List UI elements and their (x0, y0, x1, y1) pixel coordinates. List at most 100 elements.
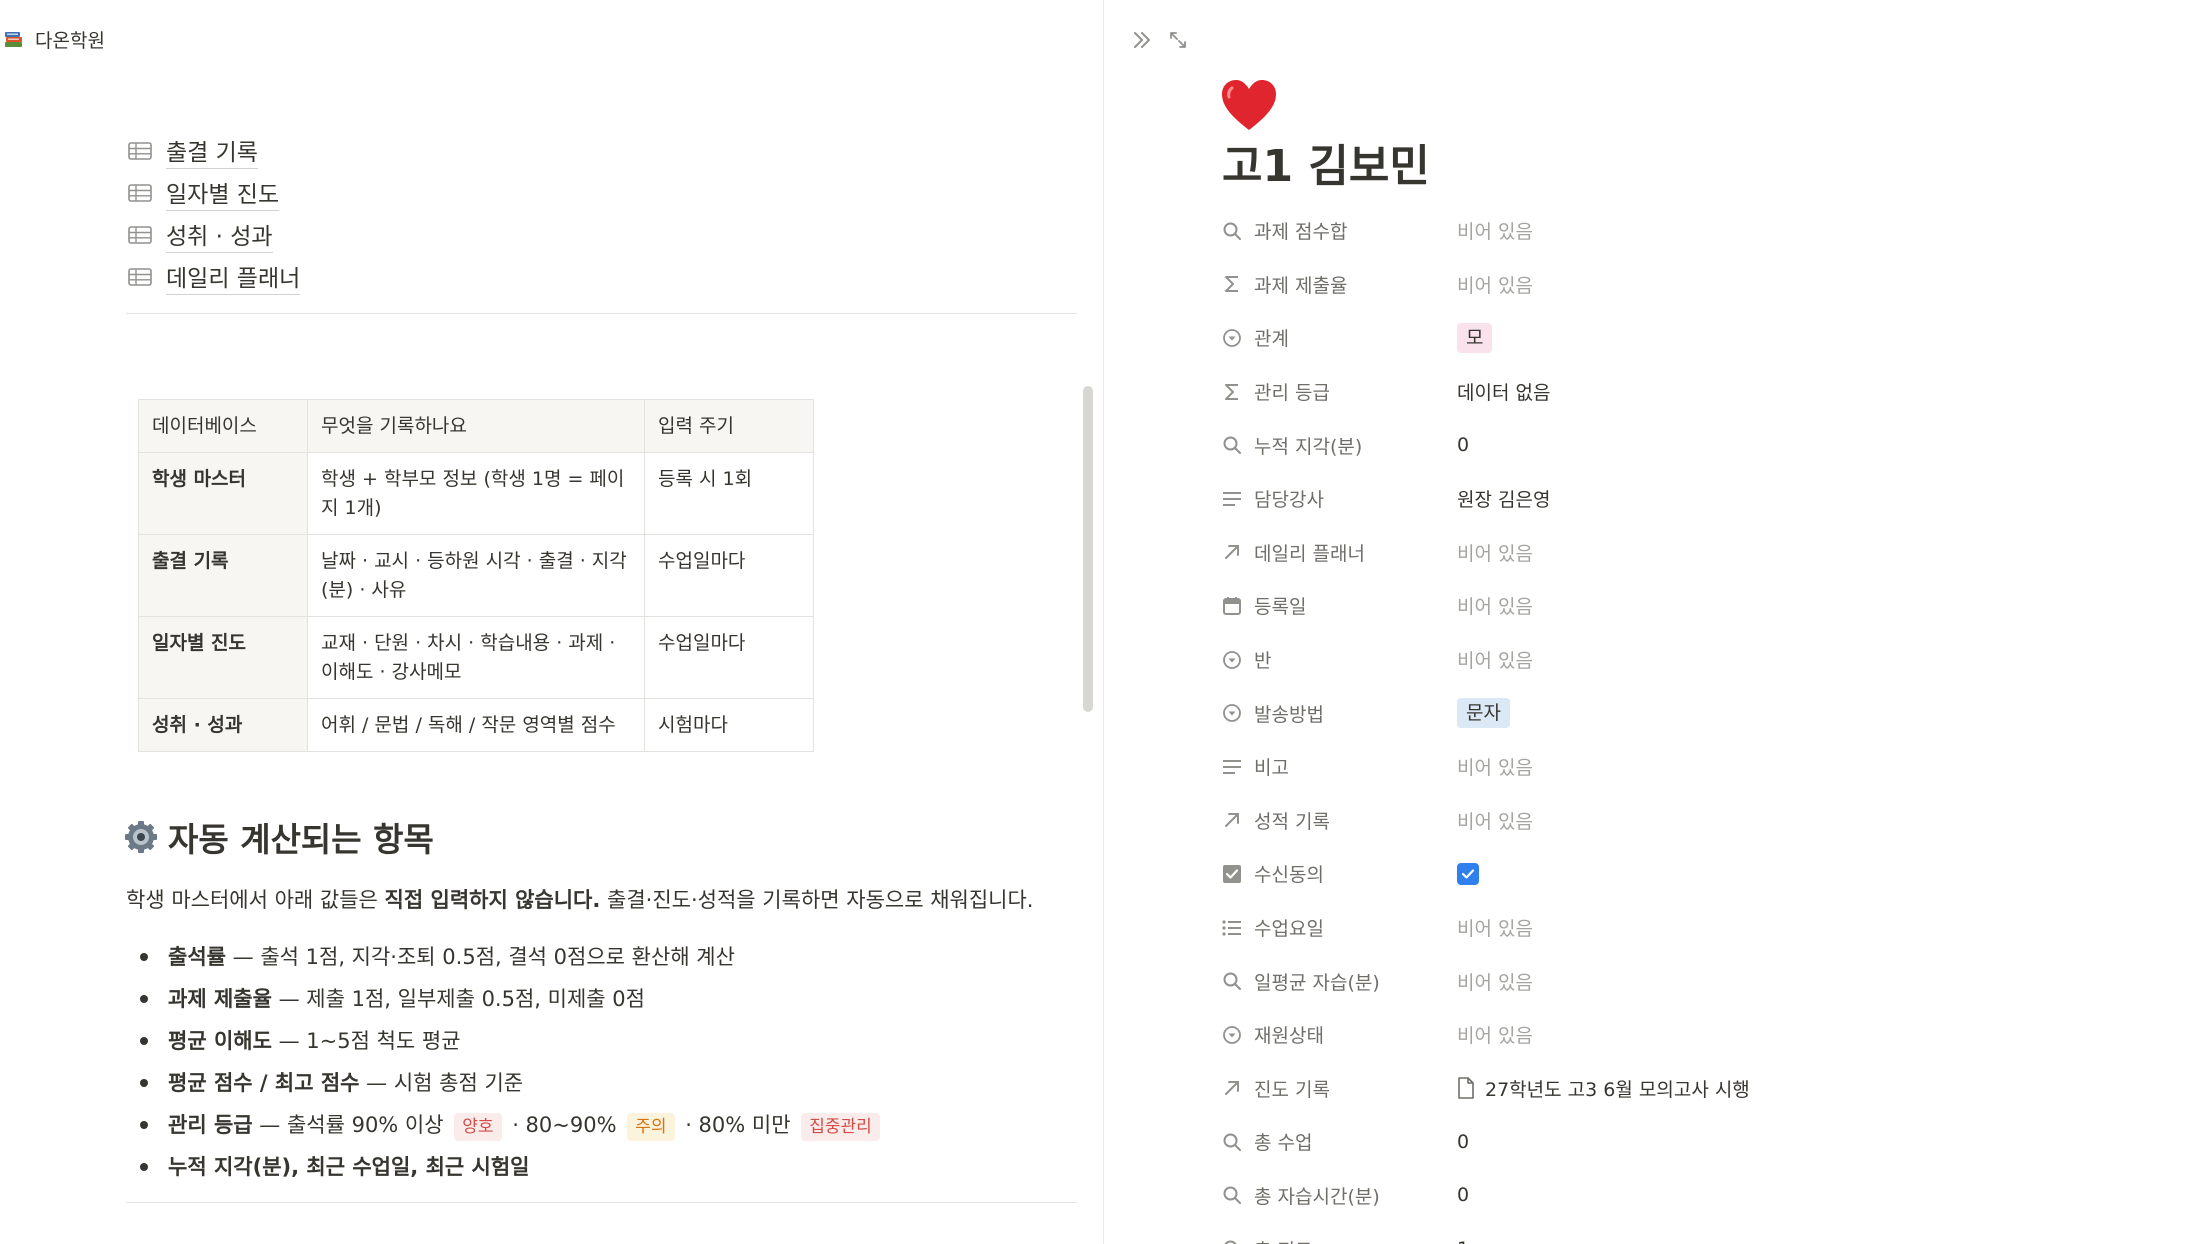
property-name: 과제 점수합 (1254, 221, 1348, 244)
property-row[interactable]: 총 자습시간(분) 0 (1220, 1169, 1750, 1223)
table-cell[interactable]: 학생 마스터 (138, 452, 308, 535)
check-icon (1461, 869, 1475, 879)
table-header-cell[interactable]: 무엇을 기록하나요 (307, 399, 645, 453)
sigma-icon (1220, 380, 1244, 404)
property-name: 관계 (1254, 328, 1289, 351)
property-name: 과제 제출율 (1254, 274, 1348, 297)
property-value[interactable] (1457, 862, 1479, 885)
property-row[interactable]: 수업요일 비어 있음 (1220, 901, 1750, 955)
list-item-bold: 평균 점수 / 최고 점수 (168, 1071, 360, 1095)
property-value[interactable]: 비어 있음 (1457, 807, 1533, 834)
property-row[interactable]: 담당강사 원장 김은영 (1220, 472, 1750, 526)
property-value[interactable]: 1 (1457, 1238, 1469, 1244)
property-row[interactable]: 성적 기록 비어 있음 (1220, 794, 1750, 848)
table-cell[interactable]: 일자별 진도 (138, 616, 308, 699)
send-method-tag[interactable]: 문자 (1457, 698, 1510, 729)
table-cell[interactable]: 수업일마다 (644, 534, 814, 617)
property-row[interactable]: 등록일 비어 있음 (1220, 579, 1750, 633)
db-link-daily-planner[interactable]: 데일리 플래너 (128, 256, 301, 298)
property-row[interactable]: 관리 등급 데이터 없음 (1220, 365, 1750, 419)
search-icon (1220, 969, 1244, 993)
table-header-cell[interactable]: 데이터베이스 (138, 399, 308, 453)
property-name: 비고 (1254, 757, 1289, 780)
property-value[interactable]: 비어 있음 (1457, 968, 1533, 995)
property-value[interactable]: 0 (1457, 1184, 1469, 1206)
property-value[interactable]: 문자 (1457, 698, 1510, 729)
property-row[interactable]: 재원상태 비어 있음 (1220, 1008, 1750, 1062)
property-row[interactable]: 총 수업 0 (1220, 1115, 1750, 1169)
table-cell[interactable]: 어휘 / 문법 / 독해 / 작문 영역별 점수 (307, 698, 645, 752)
workspace-breadcrumb[interactable]: 다온학원 (3, 22, 105, 56)
table-header-cell[interactable]: 입력 주기 (644, 399, 814, 453)
relation-link[interactable]: 27학년도 고3 6월 모의고사 시행 (1485, 1075, 1750, 1102)
collapse-panel-button[interactable] (1128, 26, 1156, 54)
property-row[interactable]: 반 비어 있음 (1220, 633, 1750, 687)
expand-button[interactable] (1164, 26, 1192, 54)
database-info-table: 데이터베이스 무엇을 기록하나요 입력 주기 학생 마스터 학생 + 학부모 정… (138, 399, 814, 752)
table-cell[interactable]: 수업일마다 (644, 616, 814, 699)
table-cell[interactable]: 교재 · 단원 · 차시 · 학습내용 · 과제 · 이해도 · 강사메모 (307, 616, 645, 699)
property-row[interactable]: 진도 기록 27학년도 고3 6월 모의고사 시행 (1220, 1062, 1750, 1116)
table-row: 출결 기록 날짜 · 교시 · 등하원 시각 · 출결 · 지각(분) · 사유… (138, 534, 814, 617)
consent-checkbox[interactable] (1457, 862, 1479, 885)
text-icon (1220, 487, 1244, 511)
property-row[interactable]: 누적 지각(분) 0 (1220, 418, 1750, 472)
property-value[interactable]: 데이터 없음 (1457, 378, 1550, 405)
property-name: 총 자습시간(분) (1254, 1185, 1380, 1208)
property-name: 일평균 자습(분) (1254, 971, 1380, 994)
divider (126, 313, 1077, 314)
property-row[interactable]: 과제 점수합 비어 있음 (1220, 204, 1750, 258)
gear-icon (125, 821, 157, 853)
property-row[interactable]: 총 진도 1 (1220, 1222, 1750, 1244)
table-icon (128, 226, 152, 244)
table-cell[interactable]: 성취 · 성과 (138, 698, 308, 752)
list-item-text: — 출석 1점, 지각·조퇴 0.5점, 결석 0점으로 환산해 계산 (225, 945, 735, 969)
select-icon (1220, 1023, 1244, 1047)
property-name: 관리 등급 (1254, 382, 1330, 405)
select-icon (1220, 648, 1244, 672)
property-value[interactable]: 비어 있음 (1457, 539, 1533, 566)
db-link-achievement[interactable]: 성취 · 성과 (128, 214, 300, 256)
expand-icon (1170, 32, 1186, 48)
property-value[interactable]: 원장 김은영 (1457, 485, 1550, 512)
heart-icon[interactable] (1220, 78, 1278, 134)
list-item-text: — 제출 1점, 일부제출 0.5점, 미제출 0점 (271, 987, 645, 1011)
property-value[interactable]: 비어 있음 (1457, 753, 1533, 780)
table-cell[interactable]: 날짜 · 교시 · 등하원 시각 · 출결 · 지각(분) · 사유 (307, 534, 645, 617)
workspace-name: 다온학원 (35, 29, 105, 52)
property-value[interactable]: 27학년도 고3 6월 모의고사 시행 (1457, 1075, 1750, 1102)
list-item-bold: 평균 이해도 (168, 1029, 272, 1053)
property-value[interactable]: 모 (1457, 322, 1493, 353)
db-link-label: 일자별 진도 (166, 175, 280, 211)
table-cell[interactable]: 학생 + 학부모 정보 (학생 1명 = 페이지 1개) (307, 452, 645, 535)
property-value[interactable]: 비어 있음 (1457, 271, 1533, 298)
db-link-label: 데일리 플래너 (166, 259, 301, 295)
property-row[interactable]: 관계 모 (1220, 311, 1750, 365)
paragraph-text: 학생 마스터에서 아래 값들은 (126, 888, 385, 912)
property-value[interactable]: 비어 있음 (1457, 592, 1533, 619)
table-cell[interactable]: 시험마다 (644, 698, 814, 752)
property-value[interactable]: 0 (1457, 1131, 1469, 1153)
property-value[interactable]: 비어 있음 (1457, 217, 1533, 244)
property-row[interactable]: 발송방법 문자 (1220, 686, 1750, 740)
table-cell[interactable]: 등록 시 1회 (644, 452, 814, 535)
page-title[interactable]: 고1 김보민 (1222, 130, 1430, 194)
property-row[interactable]: 비고 비어 있음 (1220, 740, 1750, 794)
db-link-attendance[interactable]: 출결 기록 (128, 130, 300, 172)
relation-tag[interactable]: 모 (1457, 322, 1493, 353)
table-cell[interactable]: 출결 기록 (138, 534, 308, 617)
property-value[interactable]: 비어 있음 (1457, 646, 1533, 673)
property-row[interactable]: 과제 제출율 비어 있음 (1220, 258, 1750, 312)
sigma-icon (1220, 272, 1244, 296)
list-item-text: · 80~90% (505, 1113, 624, 1137)
scrollbar-thumb[interactable] (1083, 386, 1093, 712)
db-link-label: 성취 · 성과 (166, 217, 273, 253)
property-value[interactable]: 0 (1457, 434, 1469, 456)
property-value[interactable]: 비어 있음 (1457, 914, 1533, 941)
property-value[interactable]: 비어 있음 (1457, 1021, 1533, 1048)
list-item-bold: 누적 지각(분), 최근 수업일, 최근 시험일 (168, 1155, 530, 1179)
property-row[interactable]: 일평균 자습(분) 비어 있음 (1220, 954, 1750, 1008)
db-link-daily-progress[interactable]: 일자별 진도 (128, 172, 300, 214)
property-row[interactable]: 데일리 플래너 비어 있음 (1220, 526, 1750, 580)
property-row[interactable]: 수신동의 (1220, 847, 1750, 901)
